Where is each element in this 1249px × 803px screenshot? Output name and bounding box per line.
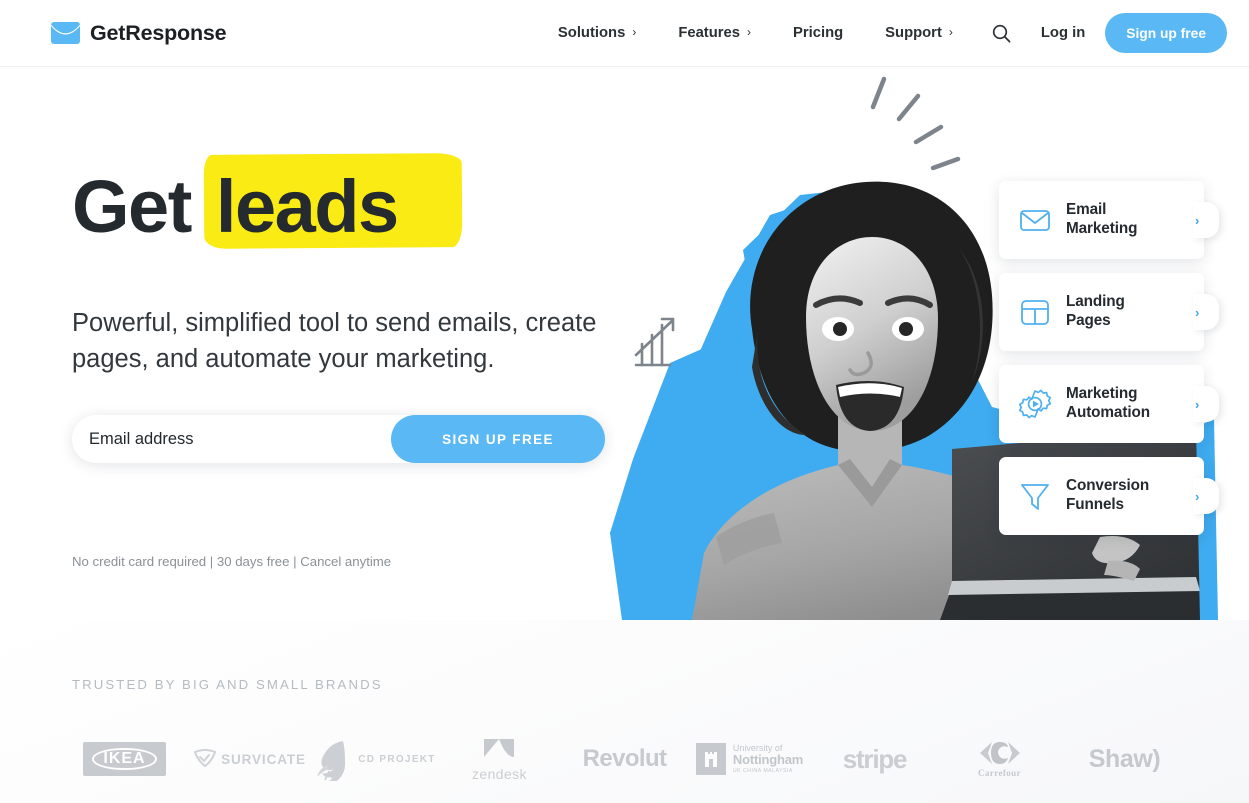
feature-card-label: Landing Pages <box>1066 293 1125 330</box>
chevron-right-icon: › <box>632 25 637 39</box>
brand-label: CD PROJEKT <box>358 753 436 765</box>
site-header: GetResponse Solutions › Features › Prici… <box>0 0 1249 67</box>
brand-logo-cd-projekt: CD PROJEKT <box>312 737 437 781</box>
feature-line-2: Funnels <box>1066 496 1124 513</box>
brand-label: IKEA <box>92 747 157 771</box>
envelope-icon <box>1018 203 1052 237</box>
feature-card-label: Conversion Funnels <box>1066 477 1149 514</box>
cd-projekt-bird-icon <box>317 741 346 781</box>
chevron-right-icon[interactable]: › <box>1193 478 1219 514</box>
carrefour-mark-icon <box>979 742 1020 764</box>
signup-legal-note: No credit card required | 30 days free |… <box>72 554 392 569</box>
brand-label: zendesk <box>472 765 527 782</box>
brand-label-line2: Nottingham <box>732 752 804 768</box>
hero-section: Get leads Powerful, simplified tool to s… <box>0 67 1249 620</box>
page-title: Get leads <box>72 162 418 244</box>
chevron-right-icon[interactable]: › <box>1193 294 1219 330</box>
chevron-right-icon[interactable]: › <box>1193 386 1219 422</box>
landing-page-icon <box>1018 295 1052 329</box>
landing-page: GetResponse Solutions › Features › Prici… <box>0 0 1249 803</box>
brand-label: Shaw) <box>1088 744 1161 773</box>
envelope-logo-icon <box>51 22 80 44</box>
brand-logo-zendesk: zendesk <box>437 737 562 782</box>
brand-logo-stripe: stripe <box>812 744 937 775</box>
brand-logo-survicate: SURVICATE <box>187 748 312 770</box>
brand-label-line3: UK CHINA MALAYSIA <box>732 767 793 774</box>
chevron-right-icon[interactable]: › <box>1193 202 1219 238</box>
feature-card-conversion-funnels[interactable]: Conversion Funnels › <box>999 457 1219 535</box>
trusted-brands-title: TRUSTED BY BIG AND SMALL BRANDS <box>72 677 383 692</box>
feature-card-label: Marketing Automation <box>1066 385 1150 422</box>
growth-chart-doodle <box>634 317 675 367</box>
nav-item-features[interactable]: Features › <box>657 0 772 67</box>
brand-label: SURVICATE <box>221 751 306 767</box>
feature-line-2: Automation <box>1066 404 1150 421</box>
feature-card-email-marketing[interactable]: Email Marketing › <box>999 181 1219 259</box>
logo[interactable]: GetResponse <box>51 20 227 46</box>
gear-play-icon <box>1018 387 1052 421</box>
hero-subheadline: Powerful, simplified tool to send emails… <box>72 309 597 374</box>
feature-line-2: Pages <box>1066 312 1111 329</box>
brand-logo-row: IKEA SURVICATE CD PROJEKT zendesk Revolu… <box>0 724 1249 794</box>
signup-form: SIGN UP FREE <box>72 415 605 463</box>
trusted-brands-section: TRUSTED BY BIG AND SMALL BRANDS IKEA SUR… <box>0 620 1249 803</box>
feature-line-2: Marketing <box>1066 220 1138 237</box>
brand-label: Revolut <box>582 745 667 772</box>
feature-card-landing-pages[interactable]: Landing Pages › <box>999 273 1219 351</box>
nav-item-solutions[interactable]: Solutions › <box>537 0 657 67</box>
feature-card-list: Email Marketing › Landing Pages › Market… <box>999 181 1219 549</box>
nav-item-pricing[interactable]: Pricing <box>772 0 864 67</box>
feature-card-label: Email Marketing <box>1066 201 1137 238</box>
nav-label: Solutions <box>557 25 626 41</box>
feature-card-marketing-automation[interactable]: Marketing Automation › <box>999 365 1219 443</box>
email-input[interactable] <box>72 415 391 463</box>
nottingham-crest-icon <box>695 743 726 775</box>
hero-signup-button[interactable]: SIGN UP FREE <box>391 415 605 463</box>
chevron-right-icon: › <box>948 25 953 39</box>
brand-label: Carrefour <box>978 768 1021 778</box>
brand-label: stripe <box>842 743 908 774</box>
funnel-icon <box>1018 479 1052 513</box>
feature-line-1: Email <box>1066 201 1107 219</box>
brand-logo-carrefour: Carrefour <box>937 740 1062 778</box>
main-nav: Solutions › Features › Pricing Support › <box>537 0 1227 67</box>
survicate-mark-icon <box>193 749 217 768</box>
chevron-right-icon: › <box>747 25 751 39</box>
feature-line-1: Marketing <box>1066 385 1138 403</box>
search-button[interactable] <box>974 0 1029 67</box>
search-icon <box>992 24 1011 42</box>
login-link[interactable]: Log in <box>1029 0 1105 67</box>
headline-plain: Get <box>72 165 192 248</box>
brand-logo-nottingham: University of Nottingham UK CHINA MALAYS… <box>687 743 812 775</box>
logo-text: GetResponse <box>90 20 227 45</box>
nav-label: Pricing <box>793 25 844 41</box>
zendesk-mark-icon <box>484 738 515 757</box>
nav-label: Features <box>678 25 740 41</box>
signup-free-button[interactable]: Sign up free <box>1105 13 1227 53</box>
login-label: Log in <box>1040 25 1086 41</box>
headline-highlight: leads <box>210 162 418 244</box>
nav-label: Support <box>885 25 942 41</box>
brand-logo-revolut: Revolut <box>562 745 687 773</box>
feature-line-1: Conversion <box>1066 477 1150 495</box>
brand-logo-shaw: Shaw) <box>1062 745 1187 774</box>
nav-item-support[interactable]: Support › <box>864 0 974 67</box>
sparkle-doodle <box>870 76 961 171</box>
feature-line-1: Landing <box>1066 293 1125 311</box>
brand-logo-ikea: IKEA <box>62 741 187 777</box>
